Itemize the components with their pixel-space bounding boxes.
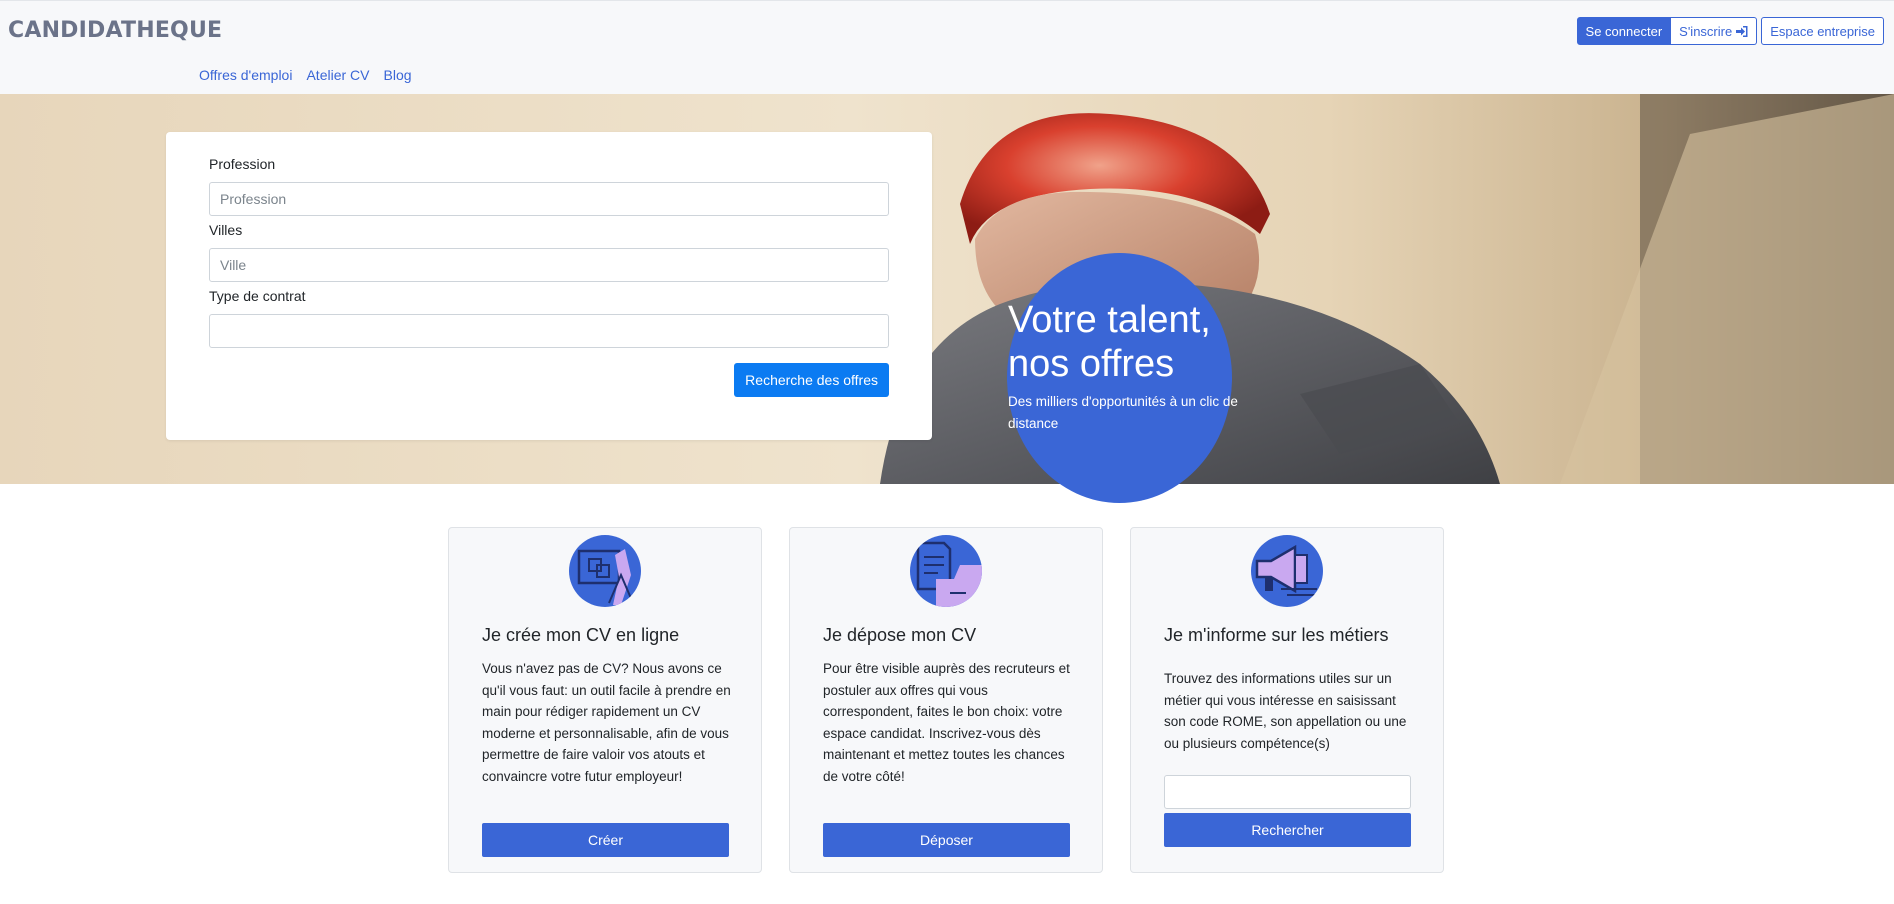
card-title: Je dépose mon CV — [823, 625, 977, 645]
enterprise-space-button[interactable]: Espace entreprise — [1761, 17, 1884, 45]
card-create-cv: Je crée mon CV en ligne Vous n'avez pas … — [448, 527, 762, 873]
site-header: CANDIDATHEQUE Offres d'emploi Atelier CV… — [0, 0, 1894, 94]
cv-builder-icon — [569, 535, 641, 607]
hero-subtitle: Des milliers d'opportunités à un clic de… — [1008, 394, 1238, 431]
job-code-input[interactable] — [1164, 775, 1411, 809]
site-logo[interactable]: CANDIDATHEQUE — [8, 18, 222, 43]
hero-banner: Profession Villes Type de contrat Recher… — [0, 94, 1894, 484]
profession-label: Profession — [209, 156, 276, 172]
signup-button[interactable]: S'inscrire — [1671, 17, 1758, 45]
card-description: Trouvez des informations utiles sur un m… — [1164, 671, 1407, 751]
create-cv-button[interactable]: Créer — [482, 823, 729, 857]
card-title: Je m'informe sur les métiers — [1164, 625, 1389, 645]
nav-cv-workshop[interactable]: Atelier CV — [306, 67, 369, 83]
login-button[interactable]: Se connecter — [1576, 17, 1672, 45]
city-label: Villes — [209, 222, 243, 238]
document-upload-icon — [910, 535, 982, 607]
city-input[interactable] — [209, 248, 889, 282]
hero-title: Votre talent, nos offres — [1008, 299, 1211, 385]
main-nav: Offres d'emploi Atelier CV Blog — [199, 67, 412, 83]
feature-cards: Je crée mon CV en ligne Vous n'avez pas … — [448, 527, 1444, 873]
card-description: Pour être visible auprès des recruteurs … — [823, 661, 1070, 784]
megaphone-icon — [1251, 535, 1323, 607]
signup-label: S'inscrire — [1679, 23, 1733, 39]
profession-input[interactable] — [209, 182, 889, 216]
nav-job-offers[interactable]: Offres d'emploi — [199, 67, 292, 83]
card-upload-cv: Je dépose mon CV Pour être visible auprè… — [789, 527, 1103, 873]
sign-in-icon — [1736, 25, 1748, 37]
card-title: Je crée mon CV en ligne — [482, 625, 680, 645]
auth-buttons: Se connecter S'inscrire Espace entrepris… — [1576, 17, 1884, 45]
contract-type-label: Type de contrat — [209, 288, 306, 304]
nav-blog[interactable]: Blog — [384, 67, 412, 83]
card-job-info: Je m'informe sur les métiers Trouvez des… — [1130, 527, 1444, 873]
card-description: Vous n'avez pas de CV? Nous avons ce qu'… — [482, 661, 731, 784]
auth-group: Se connecter S'inscrire — [1576, 17, 1758, 45]
search-jobs-button[interactable]: Rechercher — [1164, 813, 1411, 847]
job-search-form: Profession Villes Type de contrat Recher… — [166, 132, 932, 440]
search-offers-button[interactable]: Recherche des offres — [734, 363, 889, 397]
contract-type-input[interactable] — [209, 314, 889, 348]
upload-cv-button[interactable]: Déposer — [823, 823, 1070, 857]
